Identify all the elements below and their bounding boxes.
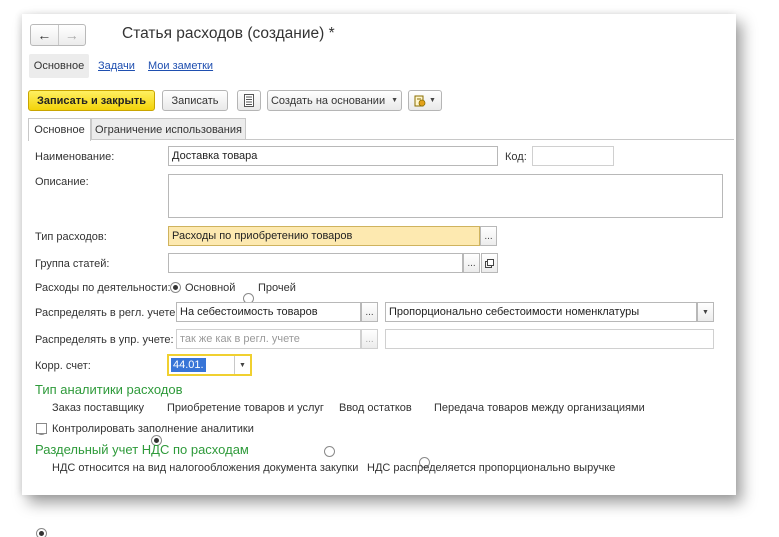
analytics-option-balances[interactable]: Ввод остатков (339, 402, 412, 414)
distribute-mgmt-select-button[interactable]: ... (361, 329, 378, 349)
distribute-mgmt-method-input[interactable] (385, 329, 714, 349)
create-based-on-button[interactable]: Создать на основании ▼ (267, 90, 402, 111)
group-input[interactable] (168, 253, 463, 273)
code-input[interactable] (532, 146, 614, 166)
vat-option-purchase-doc[interactable]: НДС относится на вид налогообложения док… (52, 462, 358, 474)
group-label: Группа статей: (35, 258, 110, 270)
analytics-radio-balances[interactable] (324, 446, 335, 457)
activity-option-other[interactable]: Прочей (258, 282, 296, 294)
expense-type-select-button[interactable]: ... (480, 226, 497, 246)
corr-account-value: 44.01. (171, 358, 206, 372)
analytics-section-title: Тип аналитики расходов (35, 382, 183, 397)
nav-link-tasks[interactable]: Задачи (98, 60, 135, 72)
activity-option-main[interactable]: Основной (185, 282, 235, 294)
analytics-option-supplier-order[interactable]: Заказ поставщику (52, 402, 144, 414)
tab-usage-limit[interactable]: Ограничение использования (91, 118, 246, 140)
activity-label: Расходы по деятельности: (35, 282, 171, 294)
analytics-option-transfer[interactable]: Передача товаров между организациями (434, 402, 645, 414)
code-label: Код: (505, 151, 527, 163)
expense-type-label: Тип расходов: (35, 231, 107, 243)
document-clip-icon (414, 95, 426, 107)
corr-account-input[interactable]: 44.01. ▼ (167, 354, 252, 376)
analytics-option-purchase[interactable]: Приобретение товаров и услуг (167, 402, 324, 414)
open-window-icon (485, 258, 494, 268)
distribute-reg-method-dropdown[interactable]: ▼ (697, 302, 714, 322)
window-title: Статья расходов (создание) * (122, 25, 335, 42)
description-textarea[interactable] (168, 174, 723, 218)
dropdown-caret-icon: ▼ (429, 97, 436, 104)
report-list-icon (244, 94, 254, 107)
distribute-mgmt-input[interactable]: так же как в регл. учете (176, 329, 361, 349)
distribute-reg-input[interactable]: На себестоимость товаров (176, 302, 361, 322)
vat-option-proportional[interactable]: НДС распределяется пропорционально выруч… (367, 462, 615, 474)
forward-arrow-icon[interactable]: → (59, 25, 86, 45)
activity-radio-main[interactable] (170, 282, 181, 293)
save-and-close-button[interactable]: Записать и закрыть (28, 90, 155, 111)
attachments-button[interactable]: ▼ (408, 90, 442, 111)
group-open-button[interactable] (481, 253, 498, 273)
vat-radio-purchase-doc[interactable] (36, 528, 47, 537)
corr-account-dropdown-icon[interactable]: ▼ (234, 356, 250, 374)
create-based-on-label: Создать на основании (270, 94, 386, 107)
expense-type-input[interactable]: Расходы по приобретению товаров (168, 226, 480, 246)
corr-account-label: Корр. счет: (35, 360, 91, 372)
control-analytics-label[interactable]: Контролировать заполнение аналитики (52, 423, 254, 435)
vat-section-title: Раздельный учет НДС по расходам (35, 442, 249, 457)
distribute-mgmt-label: Распределять в упр. учете: (35, 334, 174, 346)
back-arrow-icon[interactable]: ← (31, 25, 59, 45)
navigation-buttons: ← → (30, 24, 86, 46)
distribute-reg-method-input[interactable]: Пропорционально себестоимости номенклату… (385, 302, 697, 322)
dropdown-caret-icon: ▼ (391, 97, 399, 104)
name-input[interactable]: Доставка товара (168, 146, 498, 166)
control-analytics-checkbox[interactable] (36, 423, 47, 434)
nav-tab-main[interactable]: Основное (29, 54, 89, 78)
description-label: Описание: (35, 176, 89, 188)
form-window: ← → Статья расходов (создание) * Основно… (22, 14, 736, 537)
print-list-button[interactable] (237, 90, 261, 111)
nav-link-notes[interactable]: Мои заметки (148, 60, 213, 72)
tab-divider (28, 139, 734, 140)
tab-main[interactable]: Основное (28, 118, 91, 141)
save-button[interactable]: Записать (162, 90, 228, 111)
group-select-button[interactable]: ... (463, 253, 480, 273)
distribute-reg-label: Распределять в регл. учете: (35, 307, 179, 319)
name-label: Наименование: (35, 151, 115, 163)
distribute-reg-select-button[interactable]: ... (361, 302, 378, 322)
